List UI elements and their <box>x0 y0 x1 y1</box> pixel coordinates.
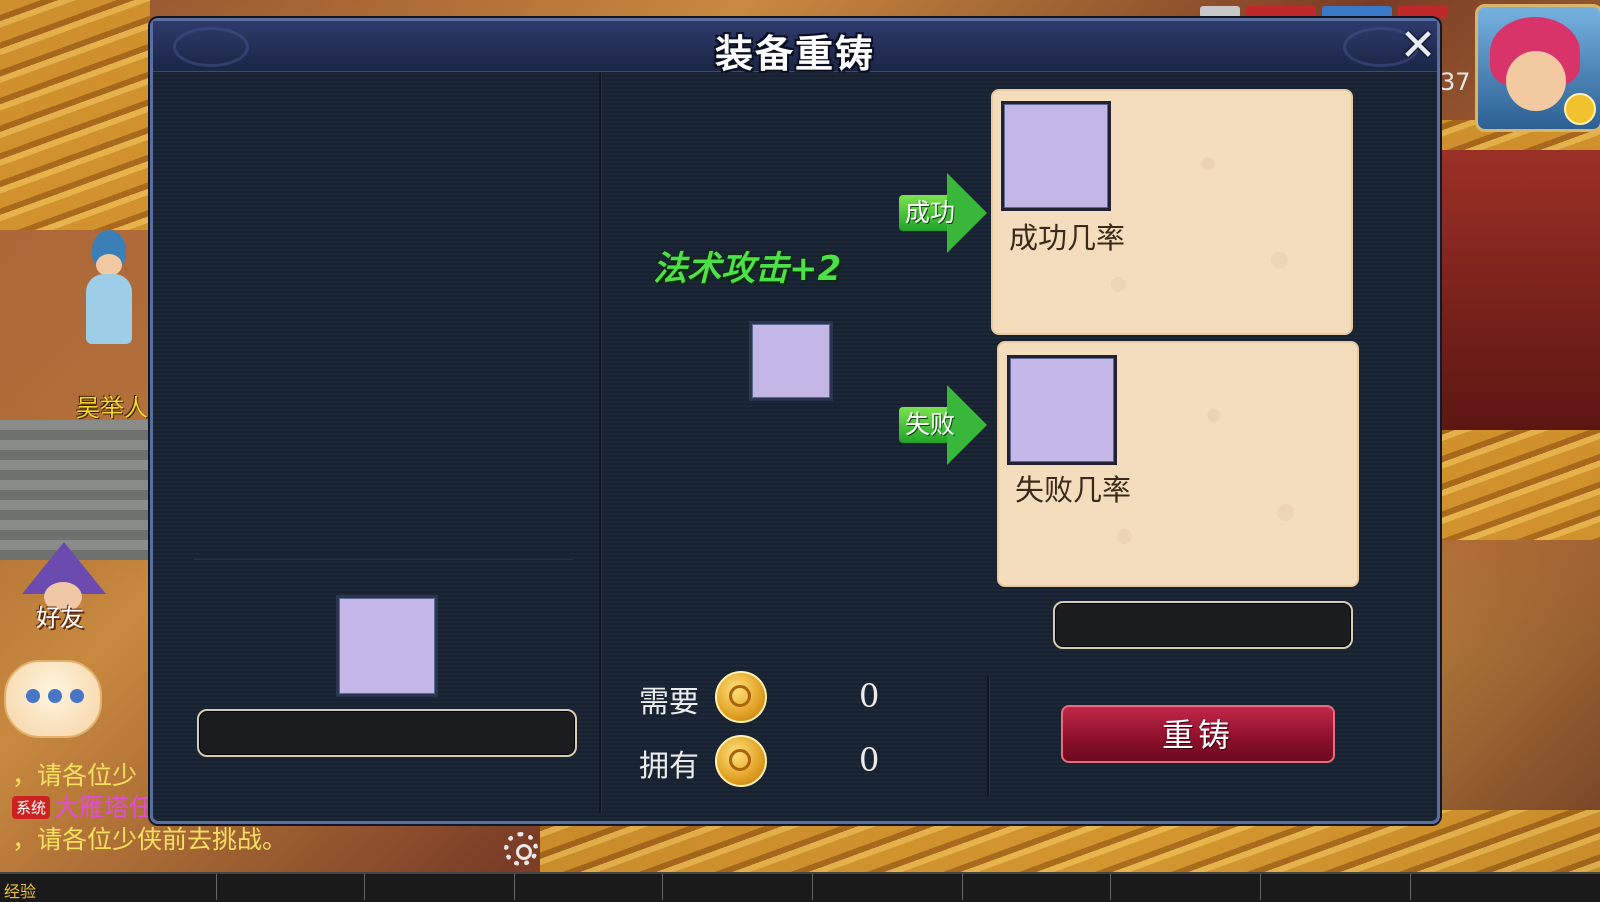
arrow-right-icon: 失败 <box>899 385 989 465</box>
exp-bar-tick <box>1110 874 1111 900</box>
equipment-slot[interactable] <box>336 595 438 697</box>
dialog-header: 装备重铸 ✕ <box>153 21 1437 76</box>
fail-arrow-label: 失败 <box>905 410 956 439</box>
experience-bar <box>0 872 1600 902</box>
status-bar <box>1398 6 1448 18</box>
exp-bar-tick <box>962 874 963 900</box>
exp-bar-tick <box>364 874 365 900</box>
success-rate-label: 成功几率 <box>1009 221 1126 255</box>
close-icon[interactable]: ✕ <box>1395 23 1441 69</box>
chat-dots <box>26 689 86 707</box>
success-result-slot[interactable] <box>1001 101 1111 211</box>
dialog-title: 装备重铸 <box>714 32 875 76</box>
fail-rate-label: 失败几率 <box>1015 473 1132 507</box>
exp-bar-tick <box>662 874 663 900</box>
equipment-name-field <box>197 709 577 757</box>
chat-line: ，请各位少侠前去挑战。 <box>12 825 288 854</box>
npc-name-label[interactable]: 吴举人 <box>76 388 148 423</box>
npc-character[interactable] <box>78 230 138 360</box>
owned-amount: 0 <box>859 741 880 779</box>
equipment-recast-dialog: 装备重铸 ✕ 法术攻击+2 成功 失败 成功几率 失败几率 需要 0 拥有 0 … <box>150 18 1440 824</box>
roof-tiles <box>0 0 150 230</box>
coin-icon <box>715 671 767 723</box>
arrow-right-icon: 成功 <box>899 173 989 253</box>
exp-bar-tick <box>812 874 813 900</box>
player-portrait[interactable] <box>1475 4 1600 132</box>
recast-button[interactable]: 重铸 <box>1061 705 1335 763</box>
player-level: 37 <box>1440 68 1471 96</box>
chat-icon[interactable] <box>4 660 102 738</box>
npc-face <box>96 254 122 276</box>
fail-result-slot[interactable] <box>1007 355 1117 465</box>
success-result-card: 成功几率 <box>991 89 1353 335</box>
success-arrow-label: 成功 <box>905 198 956 227</box>
exp-bar-tick <box>1260 874 1261 900</box>
exp-bar-tick <box>216 874 217 900</box>
chat-line: ，请各位少 <box>12 761 138 790</box>
npc-body <box>86 274 132 344</box>
friends-label: 好友 <box>36 604 84 632</box>
status-bars <box>1200 0 1450 20</box>
panel-divider <box>987 676 989 796</box>
exp-bar-tick <box>514 874 515 900</box>
status-bar <box>1200 6 1240 18</box>
gear-icon[interactable] <box>504 832 538 866</box>
medal-icon <box>1564 93 1596 125</box>
owned-label: 拥有 <box>639 749 699 784</box>
exp-bar-tick <box>1410 874 1411 900</box>
required-label: 需要 <box>639 685 699 720</box>
attribute-preview: 法术攻击+2 <box>653 249 842 289</box>
material-slot[interactable] <box>749 321 833 401</box>
system-tag: 系统 <box>12 796 51 819</box>
fail-result-card: 失败几率 <box>997 341 1359 587</box>
hp-bar <box>1246 6 1316 18</box>
red-wall <box>1440 150 1600 430</box>
panel-divider <box>599 73 601 813</box>
mp-bar <box>1322 6 1392 18</box>
required-amount: 0 <box>859 677 880 715</box>
panel-divider <box>193 559 573 560</box>
stone-steps <box>0 420 150 560</box>
result-name-field <box>1053 601 1353 649</box>
experience-label: 经验 <box>4 882 37 901</box>
friends-button[interactable]: 好友 <box>18 542 108 634</box>
coin-icon <box>715 735 767 787</box>
portrait-face <box>1506 51 1566 111</box>
